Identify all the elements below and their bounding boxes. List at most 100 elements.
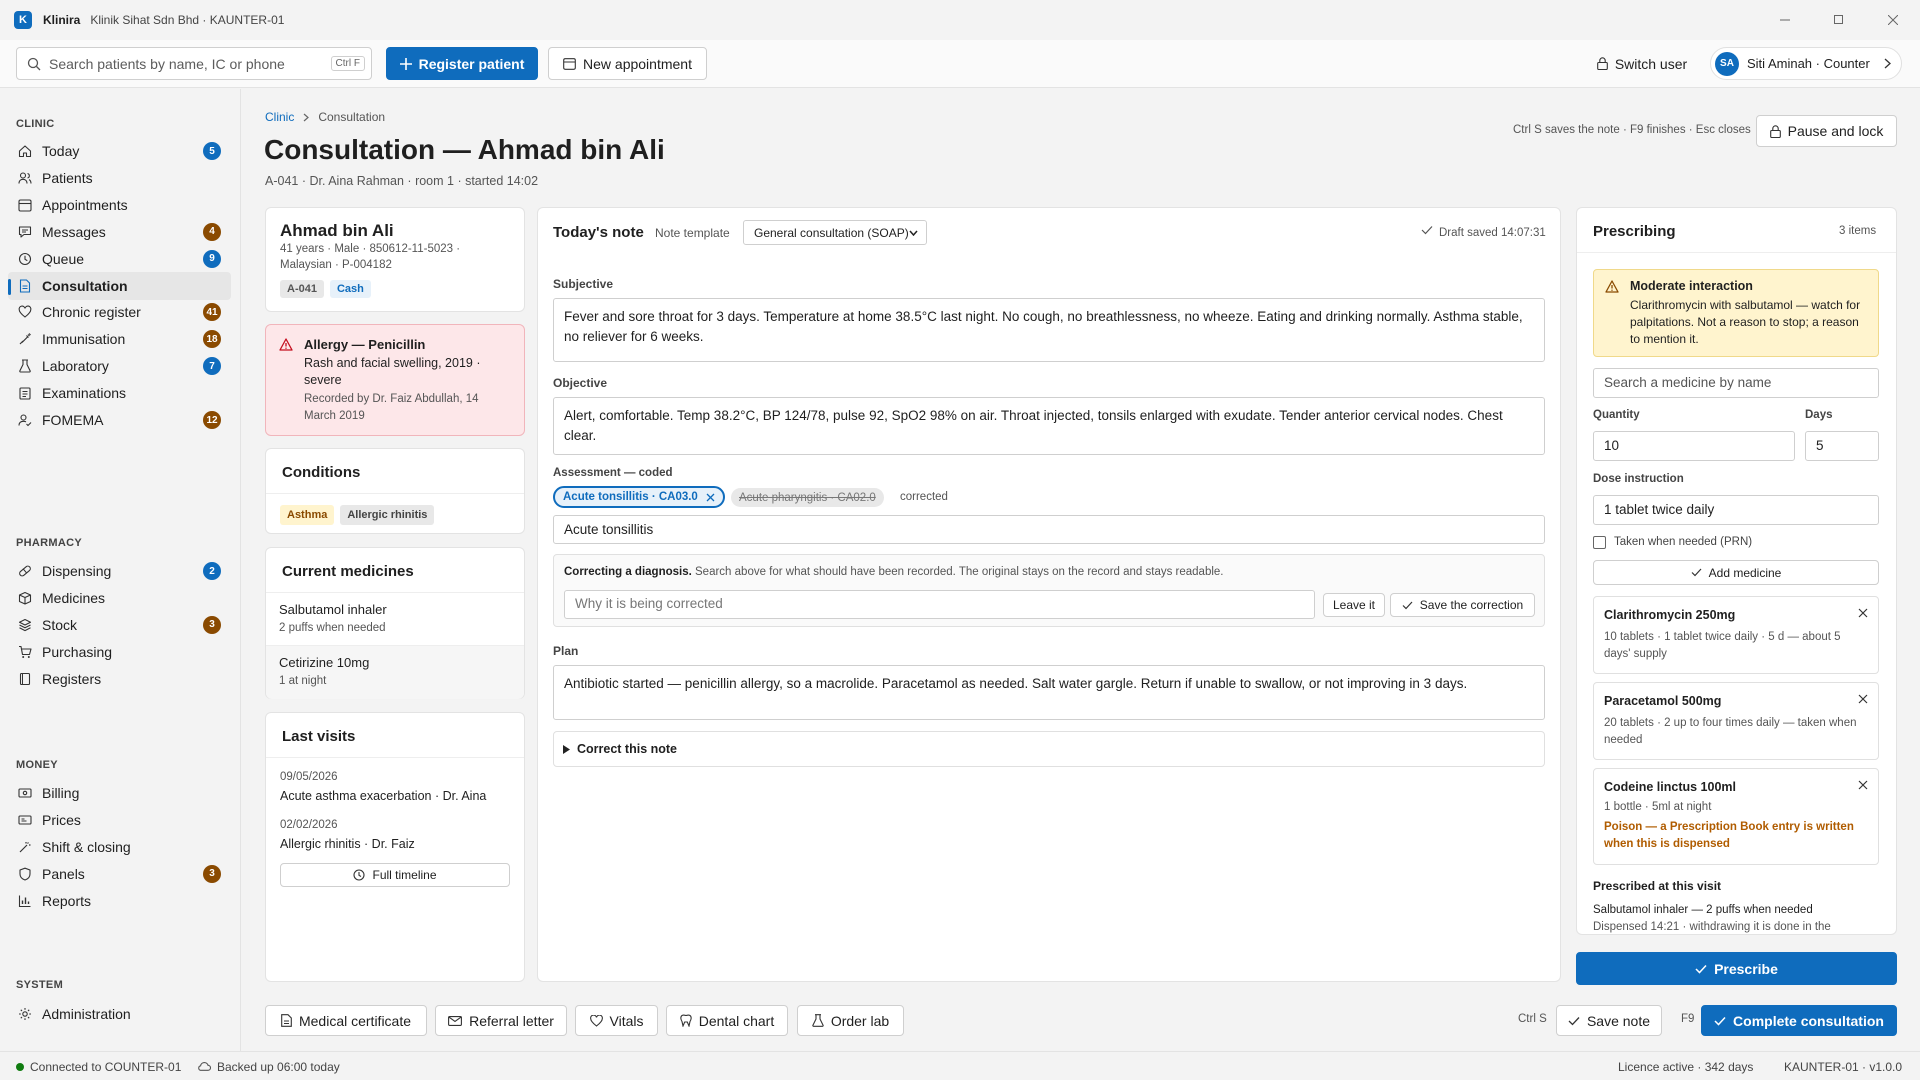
close-window-icon[interactable] [1870, 0, 1916, 40]
add-medicine-button[interactable]: Add medicine [1593, 560, 1879, 585]
sidebar-item-label: Reports [42, 892, 92, 909]
breadcrumb-clinic[interactable]: Clinic [265, 110, 294, 124]
prn-label: Taken when needed (PRN) [1614, 536, 1753, 548]
sidebar-item-medicines[interactable]: Medicines [8, 584, 231, 612]
visit-date: 02/02/2026 [280, 819, 338, 831]
sidebar-item-label: Registers [42, 670, 102, 687]
sidebar-item-messages[interactable]: Messages 4 [8, 218, 231, 246]
objective-field[interactable]: Alert, comfortable. Temp 38.2°C, BP 124/… [553, 397, 1545, 455]
warning-text: Clarithromycin with salbutamol — watch f… [1630, 298, 1861, 346]
search-input[interactable] [49, 55, 319, 72]
sidebar-item-stock[interactable]: Stock 3 [8, 611, 231, 639]
sidebar-item-patients[interactable]: Patients [8, 164, 231, 192]
correct-note-label: Correct this note [577, 742, 678, 756]
pause-and-lock-button[interactable]: Pause and lock [1756, 115, 1897, 147]
switch-user-button[interactable]: Switch user [1586, 47, 1698, 80]
sidebar-item-fomema[interactable]: FOMEMA 12 [8, 406, 231, 434]
sidebar-item-label: Administration [42, 1006, 131, 1022]
corrected-label: corrected [900, 491, 948, 503]
sidebar-item-label: Today [42, 143, 80, 159]
order-lab-button[interactable]: Order lab [797, 1005, 904, 1036]
sidebar-item-queue[interactable]: Queue 9 [8, 245, 231, 273]
sidebar-item-appointments[interactable]: Appointments [8, 191, 231, 219]
nav-section-money: MONEY [16, 759, 58, 771]
sidebar-item-label: Purchasing [42, 643, 113, 660]
count-badge: 3 [203, 615, 221, 634]
calendar-icon [18, 198, 32, 212]
minimize-icon[interactable] [1762, 0, 1808, 40]
plan-field[interactable]: Antibiotic started — penicillin allergy,… [553, 665, 1545, 720]
clock-icon [353, 869, 366, 881]
calendar-icon [563, 57, 576, 70]
sidebar-item-consultation[interactable]: Consultation [8, 271, 231, 300]
close-icon[interactable] [1858, 780, 1868, 790]
register-patient-button[interactable]: Register patient [386, 47, 538, 80]
vitals-button[interactable]: Vitals [575, 1005, 658, 1036]
full-timeline-button[interactable]: Full timeline [280, 863, 510, 887]
sidebar-item-examinations[interactable]: Examinations [8, 379, 231, 407]
register-patient-label: Register patient [418, 55, 525, 72]
maximize-icon[interactable] [1816, 0, 1862, 40]
page-subtitle: A-041 · Dr. Aina Rahman · room 1 · start… [265, 174, 539, 188]
prescription-item: Clarithromycin 250mg 10 tablets · 1 tabl… [1593, 596, 1879, 674]
correcting-description: Search above for what should have been r… [695, 566, 1224, 578]
prescribed-status: Dispensed 14:21 · withdrawing it is done… [1593, 921, 1831, 933]
close-icon[interactable] [1858, 608, 1868, 618]
count-badge: 9 [203, 249, 221, 268]
check-icon [1402, 601, 1413, 610]
prn-checkbox[interactable] [1593, 536, 1606, 549]
referral-letter-button[interactable]: Referral letter [435, 1005, 567, 1036]
medical-certificate-button[interactable]: Medical certificate [265, 1005, 427, 1036]
sidebar-item-billing[interactable]: Billing [8, 779, 231, 807]
wand-icon [18, 840, 32, 854]
close-icon[interactable] [706, 493, 715, 502]
leave-it-button[interactable]: Leave it [1323, 593, 1385, 617]
complete-consultation-button[interactable]: Complete consultation [1701, 1005, 1897, 1036]
subjective-field[interactable]: Fever and sore throat for 3 days. Temper… [553, 298, 1545, 362]
sidebar-item-laboratory[interactable]: Laboratory 7 [8, 352, 231, 380]
sidebar-item-reports[interactable]: Reports [8, 887, 231, 915]
template-select[interactable]: General consultation (SOAP) [743, 220, 927, 245]
sidebar-item-label: Immunisation [42, 331, 126, 348]
cloud-icon [197, 1061, 211, 1071]
quantity-input[interactable]: 10 [1593, 431, 1795, 461]
days-input[interactable]: 5 [1805, 431, 1879, 461]
condition-chip: Allergic rhinitis [340, 505, 435, 525]
diagnosis-chip-active[interactable]: Acute tonsillitis · CA03.0 [553, 486, 725, 508]
list-item: Salbutamol inhaler 2 puffs when needed [279, 602, 387, 634]
pause-and-lock-label: Pause and lock [1787, 123, 1884, 139]
medicines-title: Current medicines [282, 563, 414, 580]
dose-input[interactable]: 1 tablet twice daily [1593, 495, 1879, 525]
save-correction-button[interactable]: Save the correction [1390, 593, 1535, 617]
clock-icon [18, 252, 32, 266]
sidebar-item-shift-closing[interactable]: Shift & closing [8, 833, 231, 861]
save-note-button[interactable]: Save note [1556, 1005, 1662, 1036]
sidebar-item-prices[interactable]: Prices [8, 806, 231, 834]
sidebar-item-panels[interactable]: Panels 3 [8, 860, 231, 888]
correction-reason-input[interactable]: Why it is being corrected [564, 590, 1315, 619]
visit-item[interactable]: 02/02/2026 Allergic rhinitis · Dr. Faiz [280, 819, 415, 851]
correct-note-toggle[interactable]: Correct this note [553, 731, 1545, 767]
prescribe-button[interactable]: Prescribe [1576, 952, 1897, 985]
medicine-search-input[interactable]: Search a medicine by name [1593, 368, 1879, 398]
backup-status: Backed up 06:00 today [217, 1060, 340, 1074]
sidebar-item-chronic-register[interactable]: Chronic register 41 [8, 298, 231, 326]
new-appointment-button[interactable]: New appointment [548, 47, 707, 80]
sidebar-item-immunisation[interactable]: Immunisation 18 [8, 325, 231, 353]
user-menu[interactable]: SA Siti Aminah · Counter [1710, 47, 1902, 80]
count-badge: 5 [203, 142, 221, 160]
prescribe-label: Prescribe [1714, 960, 1778, 977]
cash-icon [18, 786, 32, 800]
patient-search[interactable]: Ctrl F [16, 47, 372, 80]
warning-icon [279, 338, 293, 351]
close-icon[interactable] [1858, 694, 1868, 704]
sidebar-item-registers[interactable]: Registers [8, 665, 231, 693]
dental-chart-button[interactable]: Dental chart [666, 1005, 788, 1036]
visit-item[interactable]: 09/05/2026 Acute asthma exacerbation · D… [280, 771, 486, 803]
complete-shortcut: F9 [1681, 1013, 1695, 1025]
sidebar-item-purchasing[interactable]: Purchasing [8, 638, 231, 666]
sidebar-item-today[interactable]: Today 5 [8, 137, 231, 165]
sidebar-item-administration[interactable]: Administration [8, 1000, 231, 1028]
sidebar-item-dispensing[interactable]: Dispensing 2 [8, 557, 231, 585]
diagnosis-search-input[interactable]: Acute tonsillitis [553, 515, 1545, 544]
